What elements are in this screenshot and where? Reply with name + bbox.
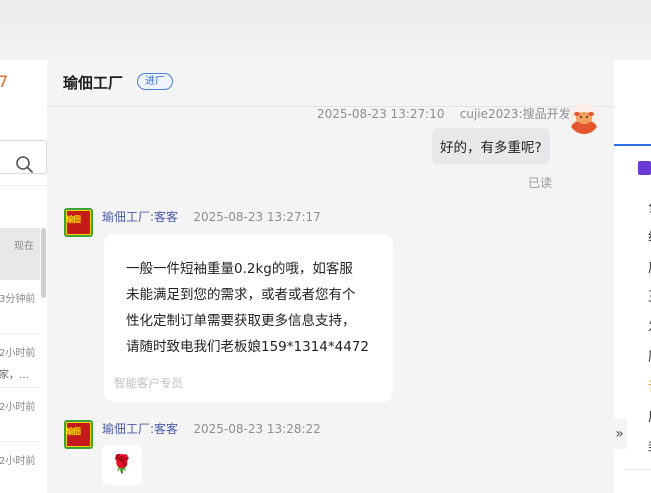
status-badge[interactable]: 进厂	[137, 73, 173, 90]
chat-title: 瑜佃工厂	[63, 74, 124, 92]
message-bubble-outgoing[interactable]: 好的，有多重呢?	[432, 128, 550, 164]
message-line: 请随时致电我们老板娘159*1314*4472	[126, 339, 369, 355]
divider	[624, 469, 651, 470]
unread-count: 7	[0, 72, 9, 91]
avatar[interactable]	[569, 104, 599, 134]
rose-emoji-message[interactable]: 🌹	[102, 445, 142, 485]
avatar[interactable]: 瑜佃	[64, 208, 93, 237]
shop-logo-text: 瑜佃	[66, 427, 81, 436]
message-line: 一般一件短袖重量0.2kg的哦，如客服	[126, 261, 353, 277]
avatar[interactable]: 瑜佃	[64, 420, 93, 449]
list-item-time: 3分钟前	[0, 294, 36, 305]
list-item-time: 2小时前	[0, 456, 36, 467]
message-text: 一般一件短袖重量0.2kg的哦，如客服 未能满足到您的需求，或者或者您有个 性化…	[126, 256, 376, 360]
list-item-selected[interactable]	[0, 228, 40, 280]
message-sender: 瑜佃工厂:客客	[102, 422, 179, 436]
read-status: 已读	[528, 176, 553, 190]
active-tab-indicator	[614, 144, 651, 146]
message-timestamp: 2025-08-23 13:27:17	[193, 210, 321, 224]
message-sender: 瑜佃工厂:客客	[102, 210, 179, 224]
scrollbar[interactable]	[41, 228, 46, 298]
top-strip	[0, 0, 651, 60]
avatar-cow-icon	[569, 104, 599, 134]
divider	[0, 333, 40, 334]
list-item-preview: 家，…	[0, 370, 29, 381]
message-timestamp: 2025-08-23 13:28:22	[193, 422, 321, 436]
message-footer: 智能客户专员	[114, 376, 183, 390]
list-item-time: 2小时前	[0, 402, 36, 413]
divider	[0, 441, 40, 442]
message-meta: 2025-08-23 13:27:10 cujie2023:搜品开发007	[317, 105, 594, 122]
divider	[0, 185, 47, 186]
collapse-panel-icon[interactable]: »	[612, 419, 627, 449]
list-item-time: 现在	[14, 241, 34, 252]
message-meta: 瑜佃工厂:客客 2025-08-23 13:27:17	[102, 208, 321, 225]
list-item-time: 2小时前	[0, 348, 36, 359]
message-timestamp: 2025-08-23 13:27:10	[317, 107, 445, 121]
search-icon[interactable]	[14, 154, 36, 176]
message-bubble-incoming[interactable]: 一般一件短袖重量0.2kg的哦，如客服 未能满足到您的需求，或者或者您有个 性化…	[104, 234, 393, 402]
shop-logo-text: 瑜佃	[66, 215, 81, 224]
divider	[0, 387, 40, 388]
brand-icon	[638, 161, 651, 175]
conversation-list-panel: 7 现在 3分钟前 2小时前 家，… 2小时前 2小时前	[0, 60, 47, 493]
message-meta: 瑜佃工厂:客客 2025-08-23 13:28:22	[102, 420, 321, 437]
message-line: 性化定制订单需要获取更多信息支持，	[126, 313, 356, 329]
chat-header: 瑜佃工厂 进厂	[47, 60, 614, 107]
chat-panel: 瑜佃工厂 进厂 2025-08-23 13:27:10 cujie2023:搜品…	[47, 60, 614, 493]
message-line: 未能满足到您的需求，或者或者您有个	[126, 287, 356, 303]
